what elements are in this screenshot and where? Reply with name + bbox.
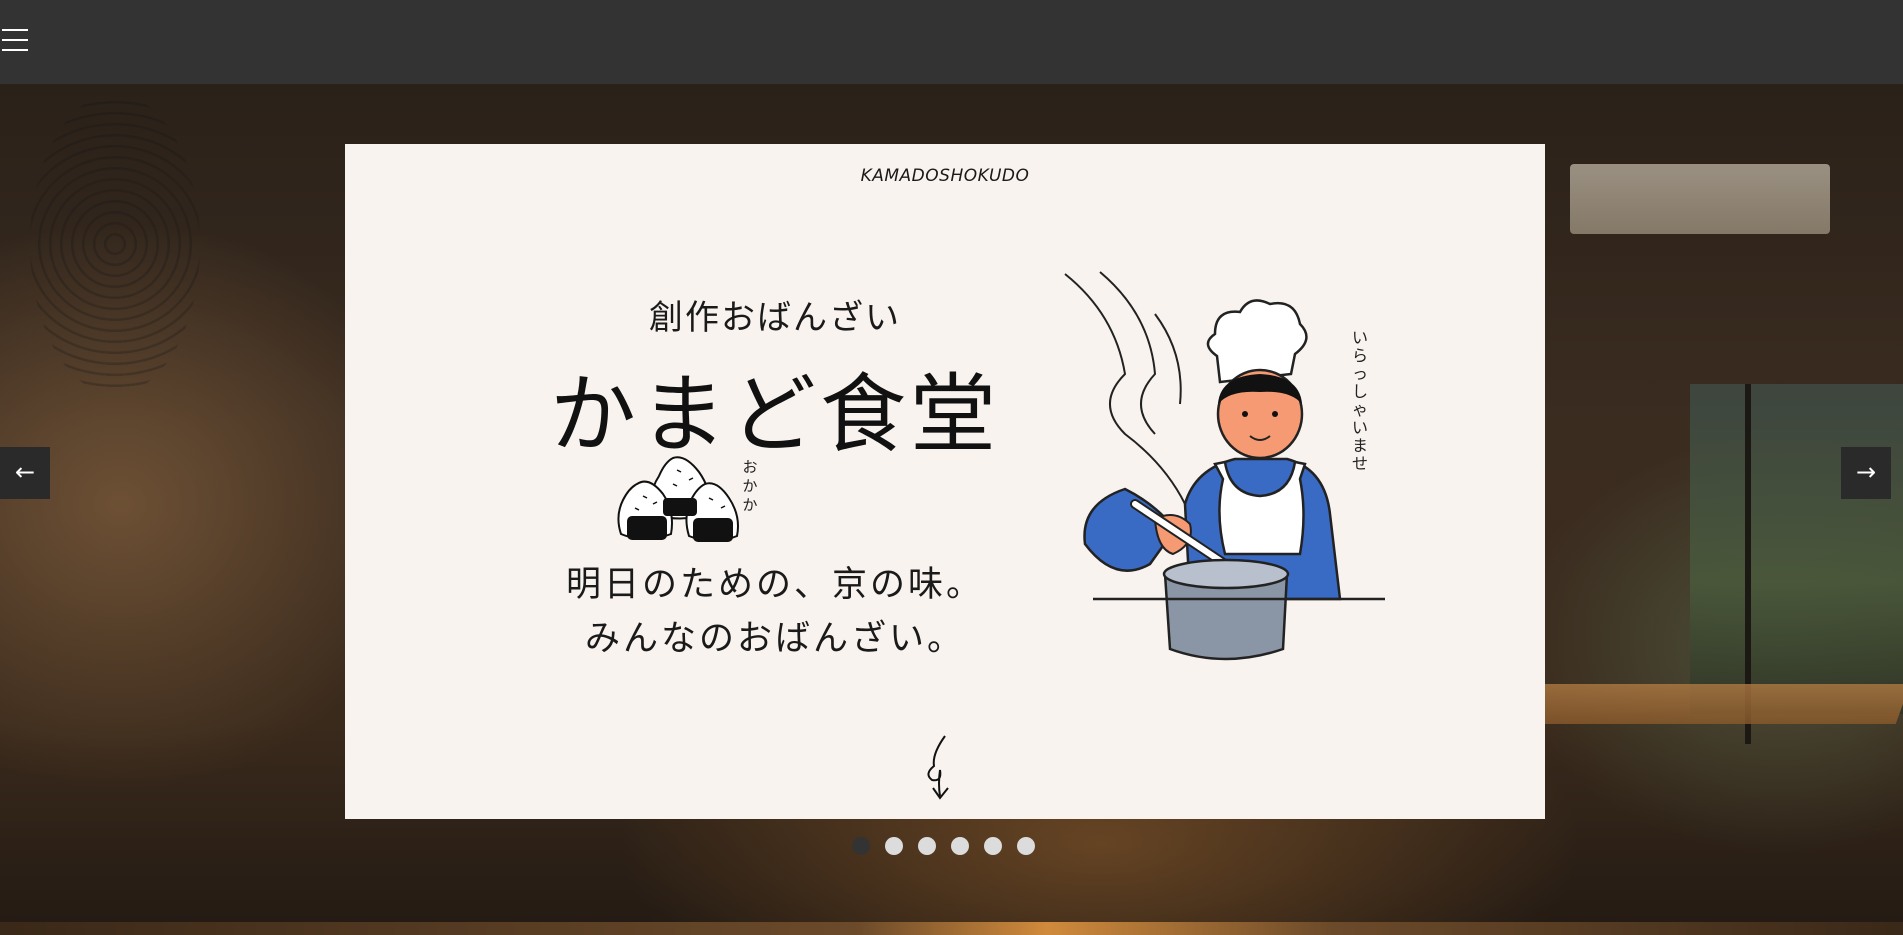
tagline: 明日のための、京の味。 みんなのおばんざい。 [475,558,1075,666]
next-slide-button[interactable]: → [1841,447,1891,499]
tagline-line-2: みんなのおばんざい。 [584,619,965,659]
air-conditioner [1570,164,1830,234]
next-section-peek [0,922,1903,935]
pagination-dot-3[interactable] [918,837,936,855]
slide-card: KAMADOSHOKUDO 創作おばんざい かまど食堂 おかか 明日のための、京… [345,144,1545,819]
slider-pagination [852,837,1035,855]
pagination-dot-5[interactable] [984,837,1002,855]
scroll-down-arrow-icon [927,735,949,800]
garden-window [1690,384,1903,714]
pagination-dot-4[interactable] [951,837,969,855]
onigiri-icon [617,456,739,542]
slide-title: かまど食堂 [550,365,1000,465]
slide-subtitle: 創作おばんざい [649,298,901,338]
pagination-dot-2[interactable] [885,837,903,855]
brand-name: KAMADOSHOKUDO [860,166,1030,186]
chef-speech: いらっしゃいませ [1351,328,1368,473]
hamburger-menu-icon[interactable] [0,24,32,56]
wall-decoration [30,94,200,394]
prev-slide-button[interactable]: ← [0,447,50,499]
tagline-line-1: 明日のための、京の味。 [565,565,984,605]
pagination-dot-6[interactable] [1017,837,1035,855]
okaka-label: おかか [742,458,758,514]
pagination-dot-1[interactable] [852,837,870,855]
top-bar [0,0,1903,84]
